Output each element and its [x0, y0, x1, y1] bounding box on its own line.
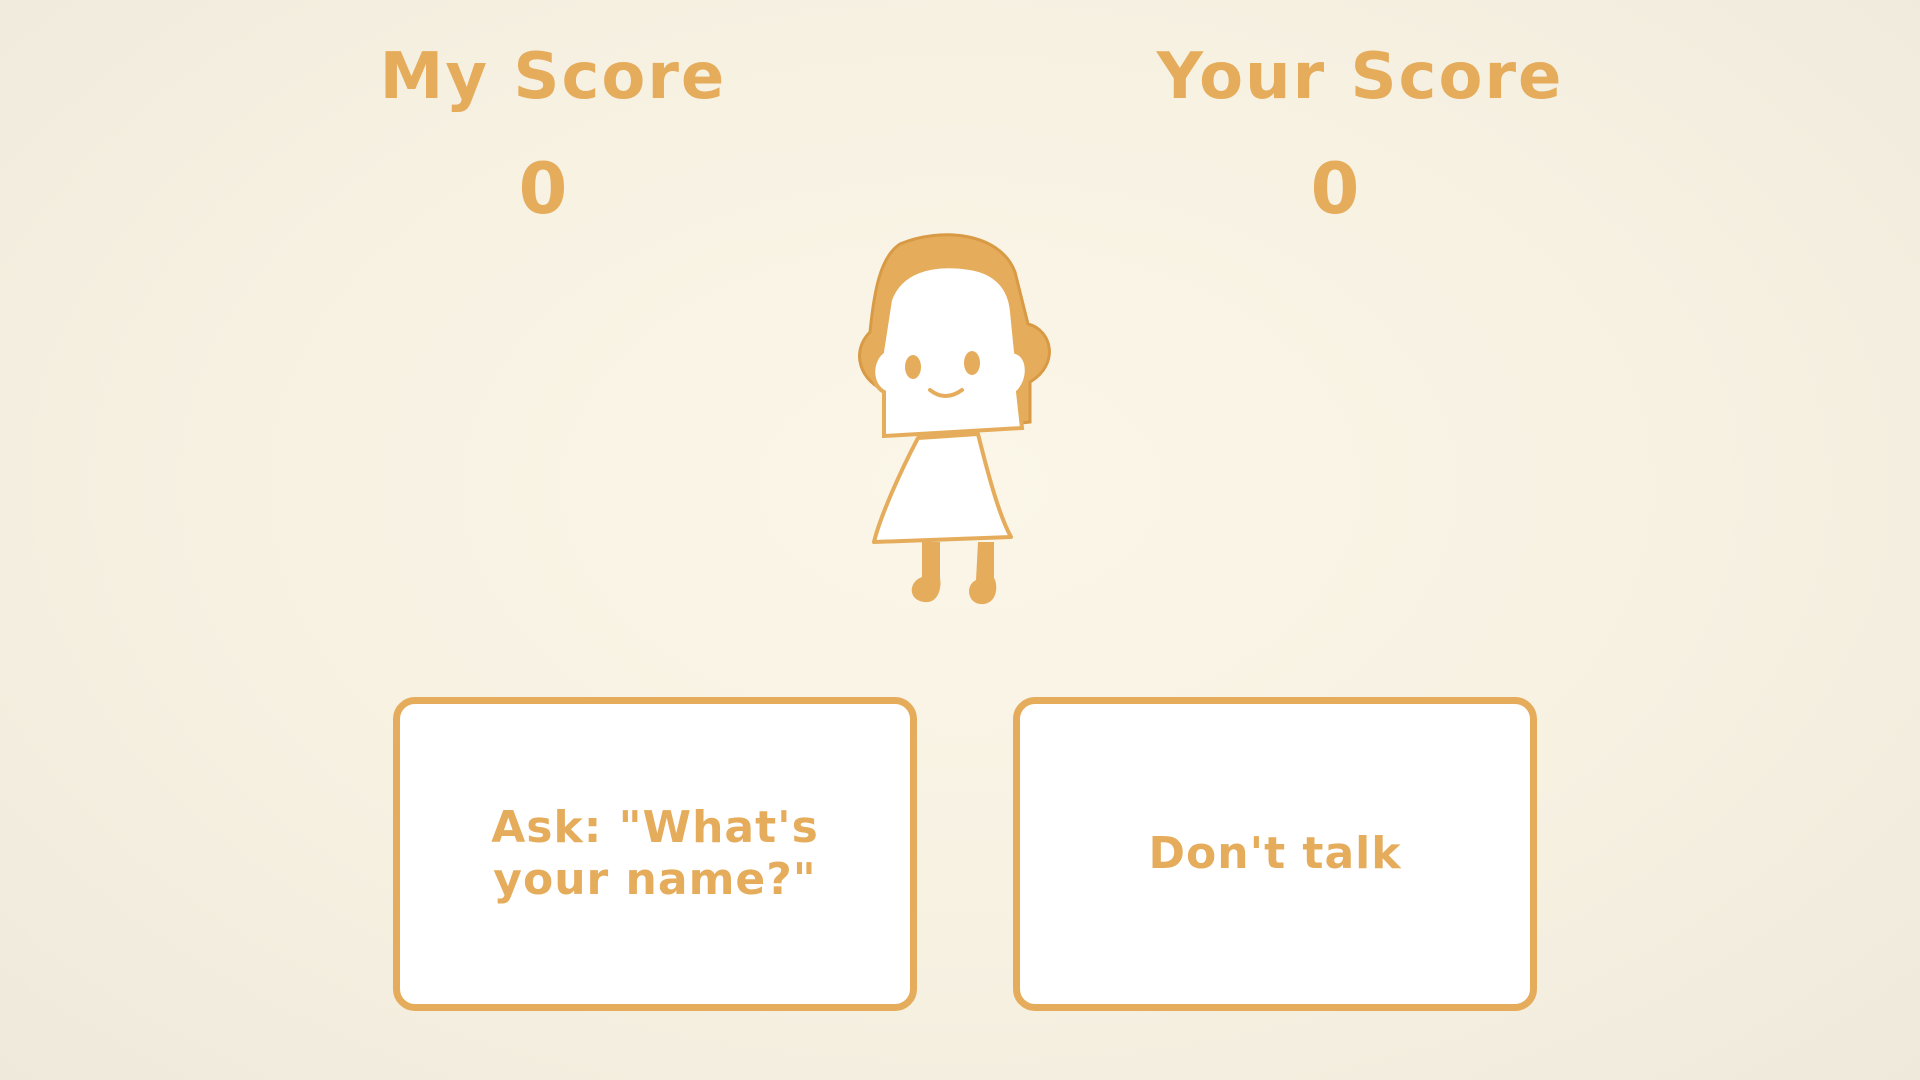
your-score-label: Your Score: [1156, 40, 1564, 114]
your-score-panel: Your Score 0: [1130, 38, 1590, 230]
choice-dont-talk-button[interactable]: Don't talk: [1013, 697, 1537, 1011]
my-score-panel: My Score 0: [323, 38, 783, 230]
my-score-value: 0: [518, 148, 568, 230]
my-score-label: My Score: [379, 40, 727, 114]
choice-ask-name-button[interactable]: Ask: "What's your name?": [393, 697, 917, 1011]
your-score-value: 0: [1310, 148, 1360, 230]
girl-character-icon: [830, 232, 1090, 612]
choice-dont-talk-label: Don't talk: [1148, 828, 1402, 879]
choice-ask-name-label: Ask: "What's your name?": [491, 802, 819, 905]
